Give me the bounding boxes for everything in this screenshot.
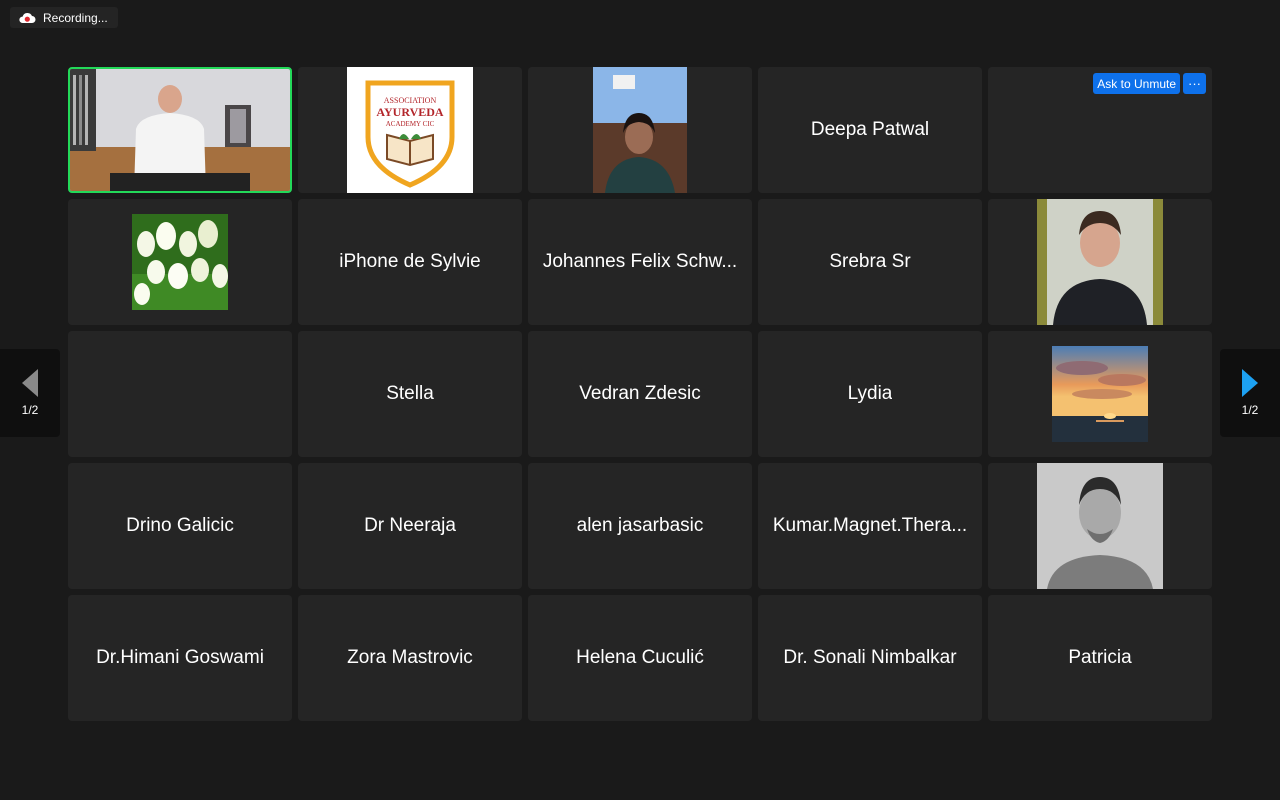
participant-video [1037,199,1163,325]
participant-tile[interactable] [988,331,1212,457]
participant-name: Lydia [847,383,893,404]
participant-tile[interactable]: Vedran Zdesic [528,331,752,457]
participant-name: iPhone de Sylvie [339,251,481,272]
participant-tile[interactable]: alen jasarbasic [528,463,752,589]
tulips-profile-picture [132,214,228,310]
participant-name: Srebra Sr [829,251,911,272]
participant-tile[interactable]: Helena Cuculić [528,595,752,721]
participant-name: Drino Galicic [126,515,234,536]
participant-tile[interactable]: iPhone de Sylvie [298,199,522,325]
cloud-record-icon [19,12,36,23]
participant-tile[interactable]: Dr Neeraja [298,463,522,589]
previous-page-button[interactable]: 1/2 [0,349,60,437]
participant-tile[interactable] [988,463,1212,589]
participant-name: Zora Mastrovic [347,647,473,668]
participant-name: alen jasarbasic [576,515,704,536]
participant-tile[interactable]: Kumar.Magnet.Thera... [758,463,982,589]
participant-tile[interactable]: Patricia [988,595,1212,721]
participant-tile[interactable] [68,199,292,325]
participant-tile[interactable] [68,67,292,193]
svg-text:ASSOCIATION: ASSOCIATION [384,96,437,105]
participant-name: Patricia [1068,647,1132,668]
participant-video [70,69,290,191]
participant-tile[interactable]: Johannes Felix Schw... [528,199,752,325]
ayurveda-academy-logo: ASSOCIATION AYURVEDA ACADEMY CIC [347,67,473,193]
participant-tile[interactable]: ASSOCIATION AYURVEDA ACADEMY CIC [298,67,522,193]
participant-name: Kumar.Magnet.Thera... [772,515,968,536]
participant-tile[interactable]: Dr.Himani Goswami [68,595,292,721]
participant-name: Dr. Sonali Nimbalkar [783,647,957,668]
participant-tile[interactable]: Deepa Patwal [758,67,982,193]
sunset-profile-picture [1052,346,1148,442]
participant-tile[interactable] [68,331,292,457]
participant-video [593,67,687,193]
participant-tile[interactable] [528,67,752,193]
participant-name: Helena Cuculić [576,647,704,668]
recording-indicator[interactable]: Recording... [10,7,118,28]
arrow-left-icon [22,369,38,397]
participant-tile[interactable]: Stella [298,331,522,457]
more-options-button[interactable]: ··· [1183,73,1206,94]
participant-tile[interactable] [988,199,1212,325]
arrow-right-icon [1242,369,1258,397]
participant-name: Deepa Patwal [810,119,930,140]
participant-tile[interactable]: Srebra Sr [758,199,982,325]
participant-tile[interactable]: Lydia [758,331,982,457]
next-page-button[interactable]: 1/2 [1220,349,1280,437]
svg-text:AYURVEDA: AYURVEDA [376,105,443,119]
participant-tile[interactable]: Ask to Unmute ··· [988,67,1212,193]
ask-to-unmute-button[interactable]: Ask to Unmute [1093,73,1180,94]
tile-actions: Ask to Unmute ··· [1093,73,1206,94]
recording-label: Recording... [43,10,108,25]
participant-tile[interactable]: Drino Galicic [68,463,292,589]
participant-name: Dr Neeraja [364,515,456,536]
svg-text:ACADEMY CIC: ACADEMY CIC [386,120,435,128]
participant-name: Stella [386,383,434,404]
participant-tile[interactable]: Dr. Sonali Nimbalkar [758,595,982,721]
page-indicator-right: 1/2 [1241,403,1259,417]
portrait-profile-picture [1037,463,1163,589]
gallery-view: ASSOCIATION AYURVEDA ACADEMY CIC Deepa P… [68,67,1212,721]
participant-name: Vedran Zdesic [579,383,701,404]
participant-name: Johannes Felix Schw... [542,251,738,272]
participant-tile[interactable]: Zora Mastrovic [298,595,522,721]
participant-name: Dr.Himani Goswami [96,647,264,668]
page-indicator-left: 1/2 [21,403,39,417]
